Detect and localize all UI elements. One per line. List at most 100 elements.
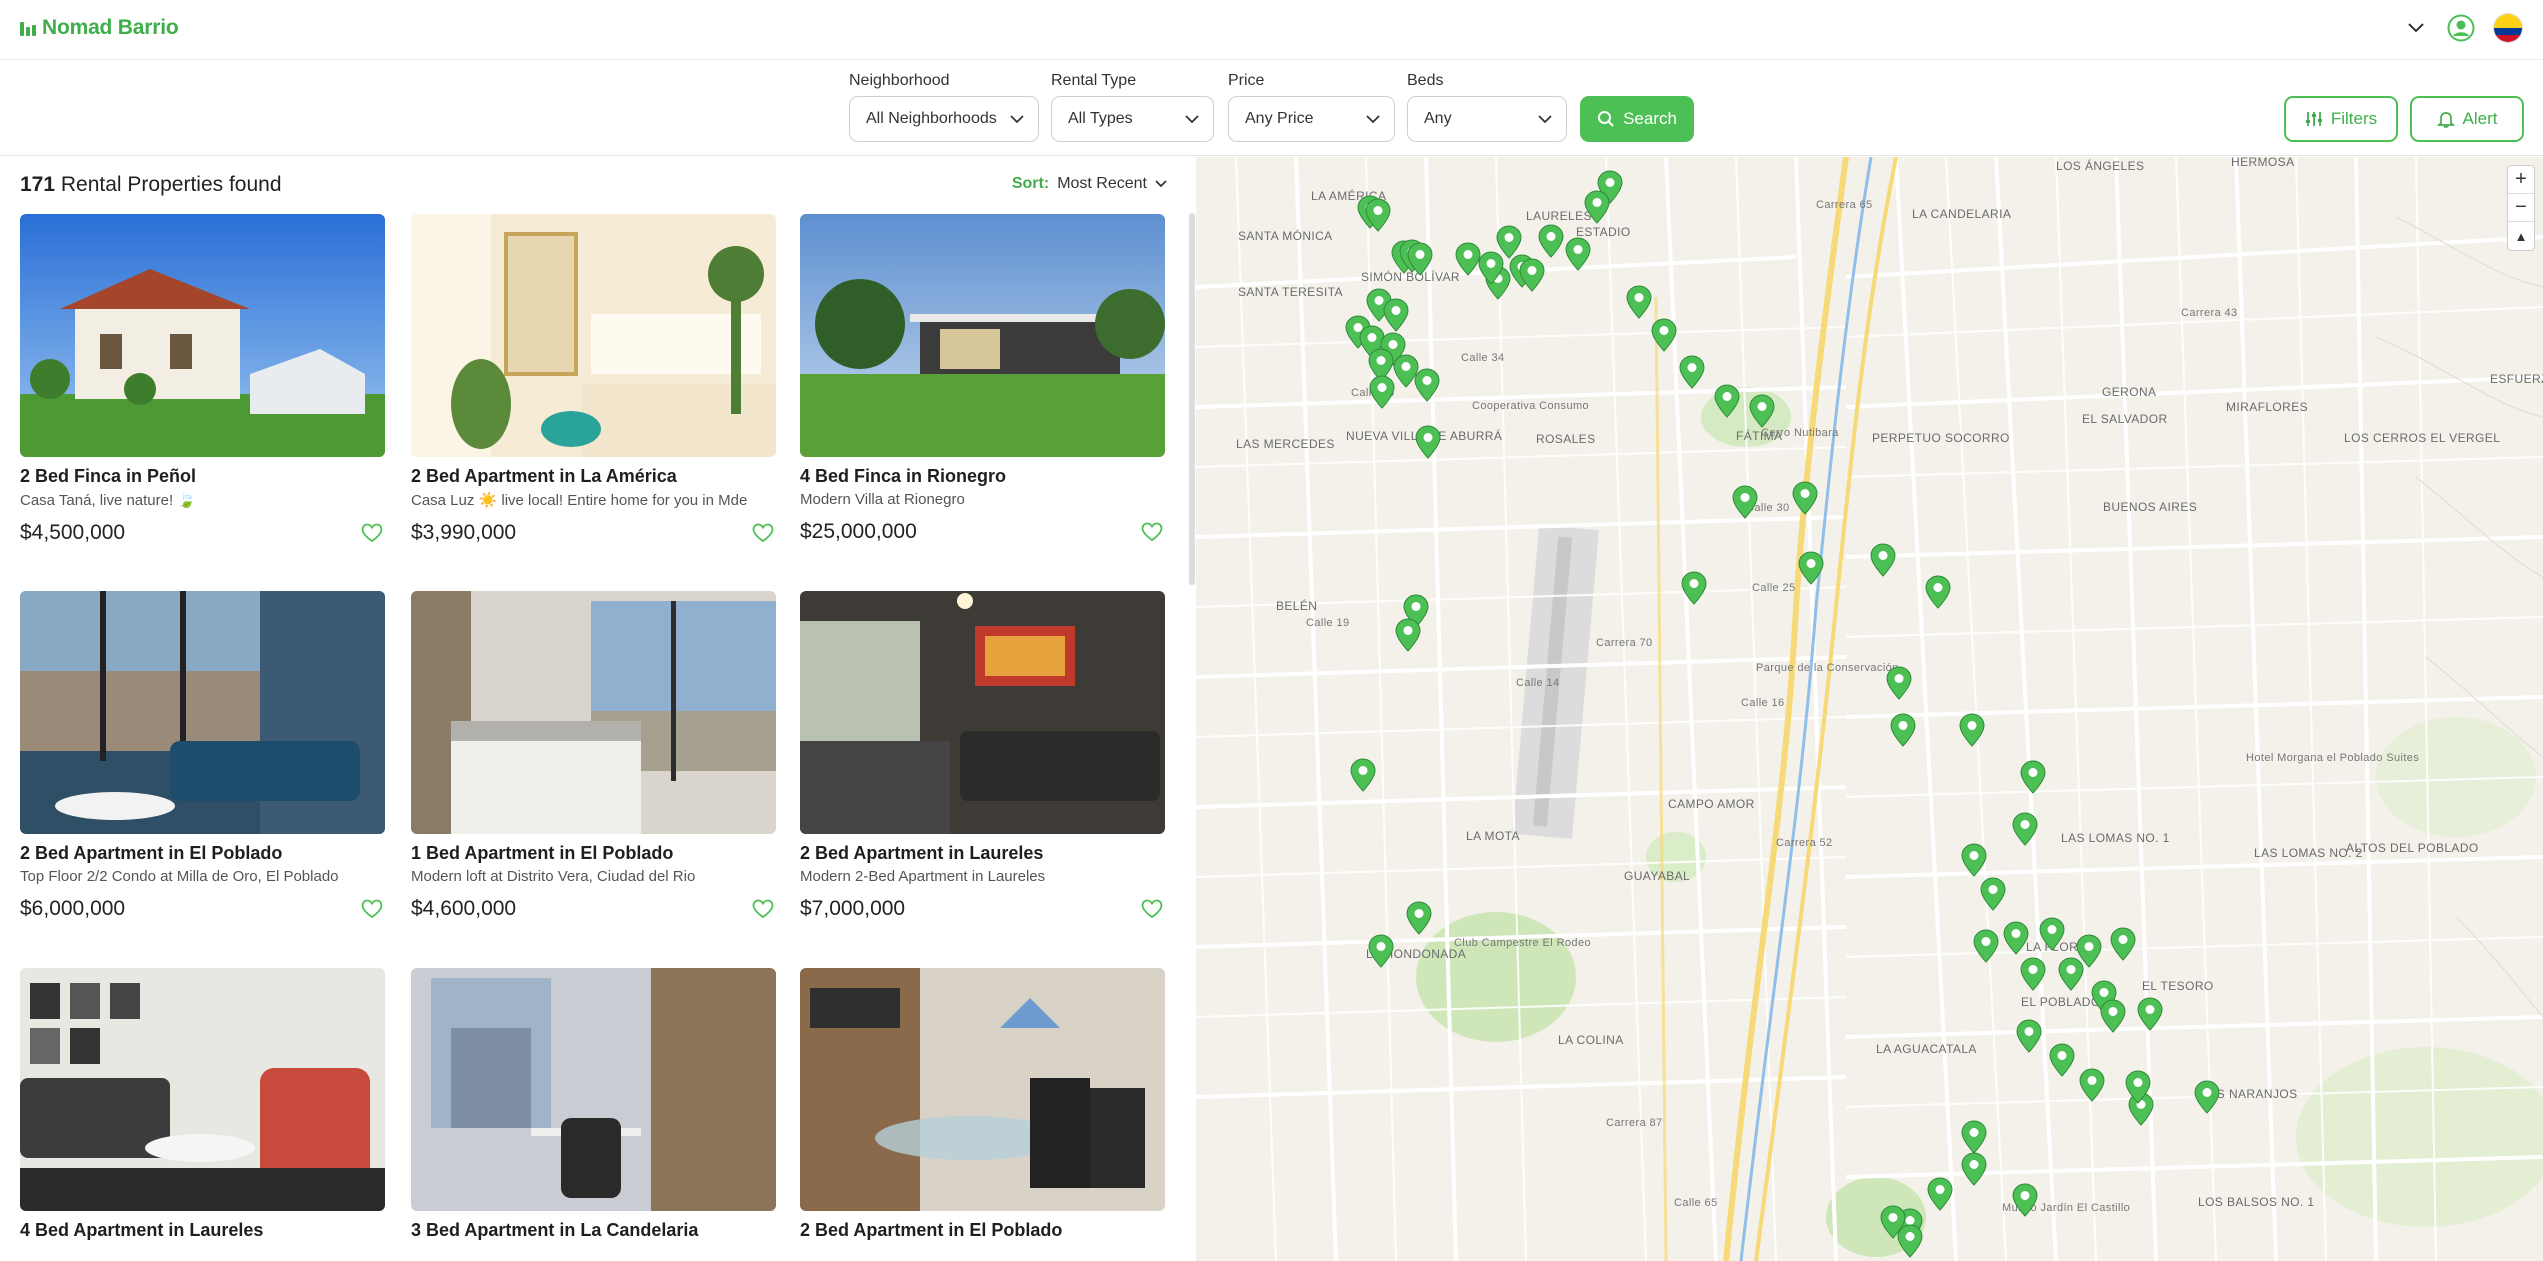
map-pin-icon[interactable] bbox=[1415, 425, 1441, 459]
map-pin-icon[interactable] bbox=[1393, 354, 1419, 388]
map-pin-icon[interactable] bbox=[1927, 1177, 1953, 1211]
listing-photo[interactable] bbox=[411, 214, 776, 457]
map-pin-icon[interactable] bbox=[1798, 551, 1824, 585]
listing-card[interactable]: 4 Bed Apartment in Laureles bbox=[20, 968, 385, 1241]
heart-icon[interactable] bbox=[1141, 522, 1163, 542]
map-pin-icon[interactable] bbox=[1961, 1152, 1987, 1186]
map-pin-icon[interactable] bbox=[2012, 812, 2038, 846]
listing-card[interactable]: 4 Bed Finca in Rionegro Modern Villa at … bbox=[800, 214, 1165, 544]
map-pin-icon[interactable] bbox=[1368, 934, 1394, 968]
map-pin-icon[interactable] bbox=[1681, 571, 1707, 605]
filters-button[interactable]: Filters bbox=[2284, 96, 2398, 142]
map-pin-icon[interactable] bbox=[1369, 375, 1395, 409]
map-pin-icon[interactable] bbox=[1565, 237, 1591, 271]
listing-title[interactable]: 2 Bed Apartment in El Poblado bbox=[20, 843, 385, 864]
listing-photo[interactable] bbox=[411, 591, 776, 834]
listings-scrollbar[interactable] bbox=[1189, 213, 1195, 585]
map-pin-icon[interactable] bbox=[1890, 713, 1916, 747]
map-pin-icon[interactable] bbox=[1973, 929, 1999, 963]
map-pin-icon[interactable] bbox=[2194, 1080, 2220, 1114]
map-pin-icon[interactable] bbox=[1406, 901, 1432, 935]
map-pin-icon[interactable] bbox=[2137, 997, 2163, 1031]
map-pin-icon[interactable] bbox=[1651, 318, 1677, 352]
sort-dropdown[interactable]: Sort: Most Recent bbox=[1012, 175, 1167, 193]
heart-icon[interactable] bbox=[1141, 899, 1163, 919]
map-pin-icon[interactable] bbox=[1792, 481, 1818, 515]
map-pin-icon[interactable] bbox=[1961, 1120, 1987, 1154]
zoom-in-button[interactable]: + bbox=[2508, 166, 2534, 194]
map-pin-icon[interactable] bbox=[2079, 1068, 2105, 1102]
listing-card[interactable]: 2 Bed Finca in Peñol Casa Taná, live nat… bbox=[20, 214, 385, 545]
brand-logo[interactable]: Nomad Barrio bbox=[20, 16, 179, 40]
map-pin-icon[interactable] bbox=[1350, 758, 1376, 792]
map-pin-icon[interactable] bbox=[1395, 618, 1421, 652]
map-pin-icon[interactable] bbox=[1584, 190, 1610, 224]
listing-photo[interactable] bbox=[20, 591, 385, 834]
compass-button[interactable]: ▲ bbox=[2508, 222, 2534, 250]
map-pin-icon[interactable] bbox=[2049, 1043, 2075, 1077]
listing-title[interactable]: 2 Bed Apartment in Laureles bbox=[800, 843, 1165, 864]
listing-title[interactable]: 3 Bed Apartment in La Candelaria bbox=[411, 1220, 776, 1241]
user-icon[interactable] bbox=[2447, 14, 2475, 42]
map-view[interactable]: LA AMÉRICA LAURELES ESTADIO LA CANDELARI… bbox=[1196, 157, 2543, 1261]
map-pin-icon[interactable] bbox=[2012, 1183, 2038, 1217]
map-pin-icon[interactable] bbox=[1383, 298, 1409, 332]
beds-select[interactable]: Any bbox=[1407, 96, 1567, 142]
listing-card[interactable]: 2 Bed Apartment in El Poblado bbox=[800, 968, 1165, 1241]
map-pin-icon[interactable] bbox=[1897, 1224, 1923, 1258]
listing-title[interactable]: 4 Bed Apartment in Laureles bbox=[20, 1220, 385, 1241]
map-pin-icon[interactable] bbox=[1925, 575, 1951, 609]
listing-photo[interactable] bbox=[800, 968, 1165, 1211]
heart-icon[interactable] bbox=[752, 523, 774, 543]
heart-icon[interactable] bbox=[752, 899, 774, 919]
listing-title[interactable]: 2 Bed Apartment in La América bbox=[411, 466, 776, 487]
listing-card[interactable]: 2 Bed Apartment in La América Casa Luz ☀… bbox=[411, 214, 776, 545]
map-pin-icon[interactable] bbox=[1538, 224, 1564, 258]
map-pin-icon[interactable] bbox=[1714, 384, 1740, 418]
map-pin-icon[interactable] bbox=[2003, 921, 2029, 955]
search-button[interactable]: Search bbox=[1580, 96, 1694, 142]
listing-photo[interactable] bbox=[800, 591, 1165, 834]
map-pin-icon[interactable] bbox=[1626, 285, 1652, 319]
heart-icon[interactable] bbox=[361, 899, 383, 919]
map-pin-icon[interactable] bbox=[2100, 999, 2126, 1033]
listing-photo[interactable] bbox=[411, 968, 776, 1211]
map-pin-icon[interactable] bbox=[1961, 843, 1987, 877]
listing-title[interactable]: 2 Bed Finca in Peñol bbox=[20, 466, 385, 487]
map-pin-icon[interactable] bbox=[1455, 242, 1481, 276]
map-pin-icon[interactable] bbox=[2058, 957, 2084, 991]
listing-card[interactable]: 2 Bed Apartment in El Poblado Top Floor … bbox=[20, 591, 385, 921]
listing-title[interactable]: 2 Bed Apartment in El Poblado bbox=[800, 1220, 1165, 1241]
price-select[interactable]: Any Price bbox=[1228, 96, 1395, 142]
listing-title[interactable]: 4 Bed Finca in Rionegro bbox=[800, 466, 1165, 487]
map-pin-icon[interactable] bbox=[1732, 485, 1758, 519]
listing-card[interactable]: 2 Bed Apartment in Laureles Modern 2-Bed… bbox=[800, 591, 1165, 921]
map-pin-icon[interactable] bbox=[1980, 877, 2006, 911]
map-pin-icon[interactable] bbox=[2020, 760, 2046, 794]
map-pin-icon[interactable] bbox=[2110, 927, 2136, 961]
map-pin-icon[interactable] bbox=[1749, 394, 1775, 428]
listing-card[interactable]: 3 Bed Apartment in La Candelaria bbox=[411, 968, 776, 1241]
map-pin-icon[interactable] bbox=[2039, 917, 2065, 951]
map-pin-icon[interactable] bbox=[1414, 368, 1440, 402]
listing-card[interactable]: 1 Bed Apartment in El Poblado Modern lof… bbox=[411, 591, 776, 921]
map-pin-icon[interactable] bbox=[1679, 355, 1705, 389]
alert-button[interactable]: Alert bbox=[2410, 96, 2524, 142]
chevron-down-icon[interactable] bbox=[2403, 15, 2429, 41]
heart-icon[interactable] bbox=[361, 523, 383, 543]
map-pin-icon[interactable] bbox=[2020, 957, 2046, 991]
listing-title[interactable]: 1 Bed Apartment in El Poblado bbox=[411, 843, 776, 864]
map-pin-icon[interactable] bbox=[1519, 258, 1545, 292]
listing-photo[interactable] bbox=[20, 968, 385, 1211]
colombia-flag-icon[interactable] bbox=[2493, 13, 2523, 43]
neighborhood-select[interactable]: All Neighborhoods bbox=[849, 96, 1039, 142]
listing-photo[interactable] bbox=[20, 214, 385, 457]
map-pin-icon[interactable] bbox=[2016, 1019, 2042, 1053]
map-pin-icon[interactable] bbox=[1959, 713, 1985, 747]
zoom-out-button[interactable]: − bbox=[2508, 194, 2534, 222]
map-pin-icon[interactable] bbox=[1870, 543, 1896, 577]
map-pin-icon[interactable] bbox=[1496, 225, 1522, 259]
listing-photo[interactable] bbox=[800, 214, 1165, 457]
map-pin-icon[interactable] bbox=[1886, 666, 1912, 700]
rental-type-select[interactable]: All Types bbox=[1051, 96, 1214, 142]
